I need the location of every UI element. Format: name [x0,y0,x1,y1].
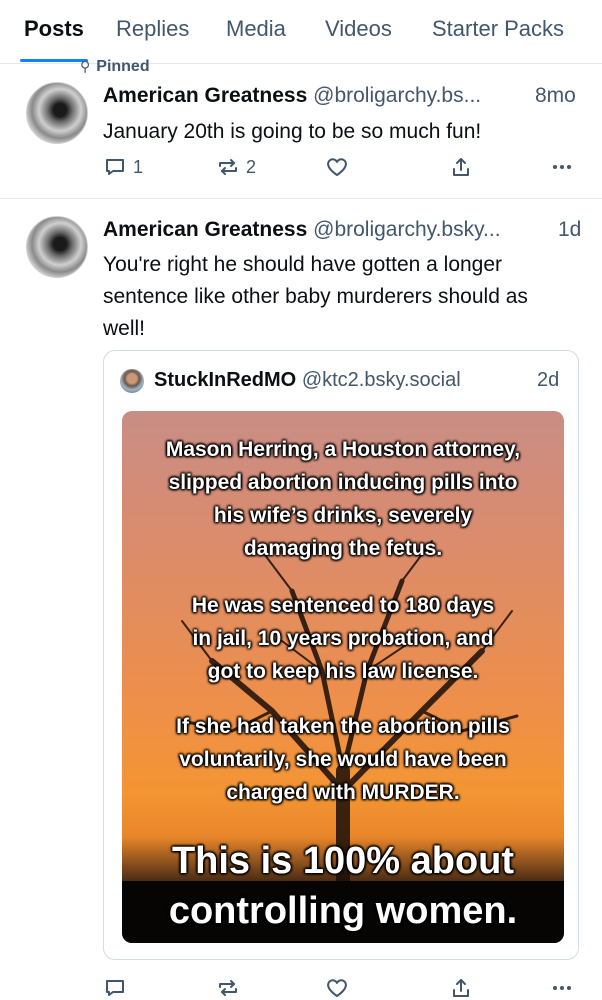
repost-button[interactable] [216,976,240,1000]
author-name[interactable]: American Greatness [103,218,307,241]
repost-arrows-icon [216,976,240,1000]
image-line: his wife’s drinks, severely [213,504,473,527]
image-headline: This is 100% about controlling women. [122,836,564,936]
quote-time[interactable]: 2d [537,369,559,392]
image-line: voluntarily, she would have been [179,748,507,771]
reply-button[interactable] [103,976,127,1000]
post-text: You're right he should have gotten a lon… [103,253,528,340]
author-handle[interactable]: @broligarchy.bsky... [313,218,500,241]
avatar[interactable] [26,216,88,278]
share-upload-icon [449,976,473,1000]
post-reply[interactable]: American Greatness @broligarchy.bsky... … [0,0,602,1000]
image-line: charged with MURDER. [226,781,460,804]
quote-avatar[interactable] [120,369,144,393]
post-header: American Greatness @broligarchy.bsky... [103,218,501,242]
image-line: controlling women. [168,890,518,932]
like-button[interactable] [325,976,349,1000]
ellipsis-icon [550,976,574,1000]
heart-icon [325,976,349,1000]
image-paragraph-3: If she had taken the abortion pills volu… [122,710,564,809]
image-line: in jail, 10 years probation, and [192,627,494,650]
quote-author-handle[interactable]: @ktc2.bsky.social [302,369,461,391]
image-line: Mason Herring, a Houston attorney, [165,438,521,461]
quote-image[interactable]: Mason Herring, a Houston attorney, slipp… [122,411,564,943]
image-line: If she had taken the abortion pills [176,715,510,738]
quote-header: StuckInRedMO @ktc2.bsky.social [154,369,461,392]
image-line: got to keep his law license. [207,660,479,683]
more-options-button[interactable] [550,976,574,1000]
image-paragraph-2: He was sentenced to 180 days in jail, 10… [122,589,564,688]
image-paragraph-1: Mason Herring, a Houston attorney, slipp… [122,433,564,565]
post-time[interactable]: 1d [558,218,581,242]
image-line: This is 100% about [171,840,515,882]
image-line: damaging the fetus. [243,537,443,560]
quoted-post[interactable]: StuckInRedMO @ktc2.bsky.social 2d Mason … [103,350,579,960]
quote-author-name[interactable]: StuckInRedMO [154,369,296,391]
image-line: slipped abortion inducing pills into [168,471,518,494]
speech-bubble-icon [103,976,127,1000]
image-line: He was sentenced to 180 days [191,594,495,617]
post-actions [103,976,578,1000]
share-button[interactable] [449,976,473,1000]
